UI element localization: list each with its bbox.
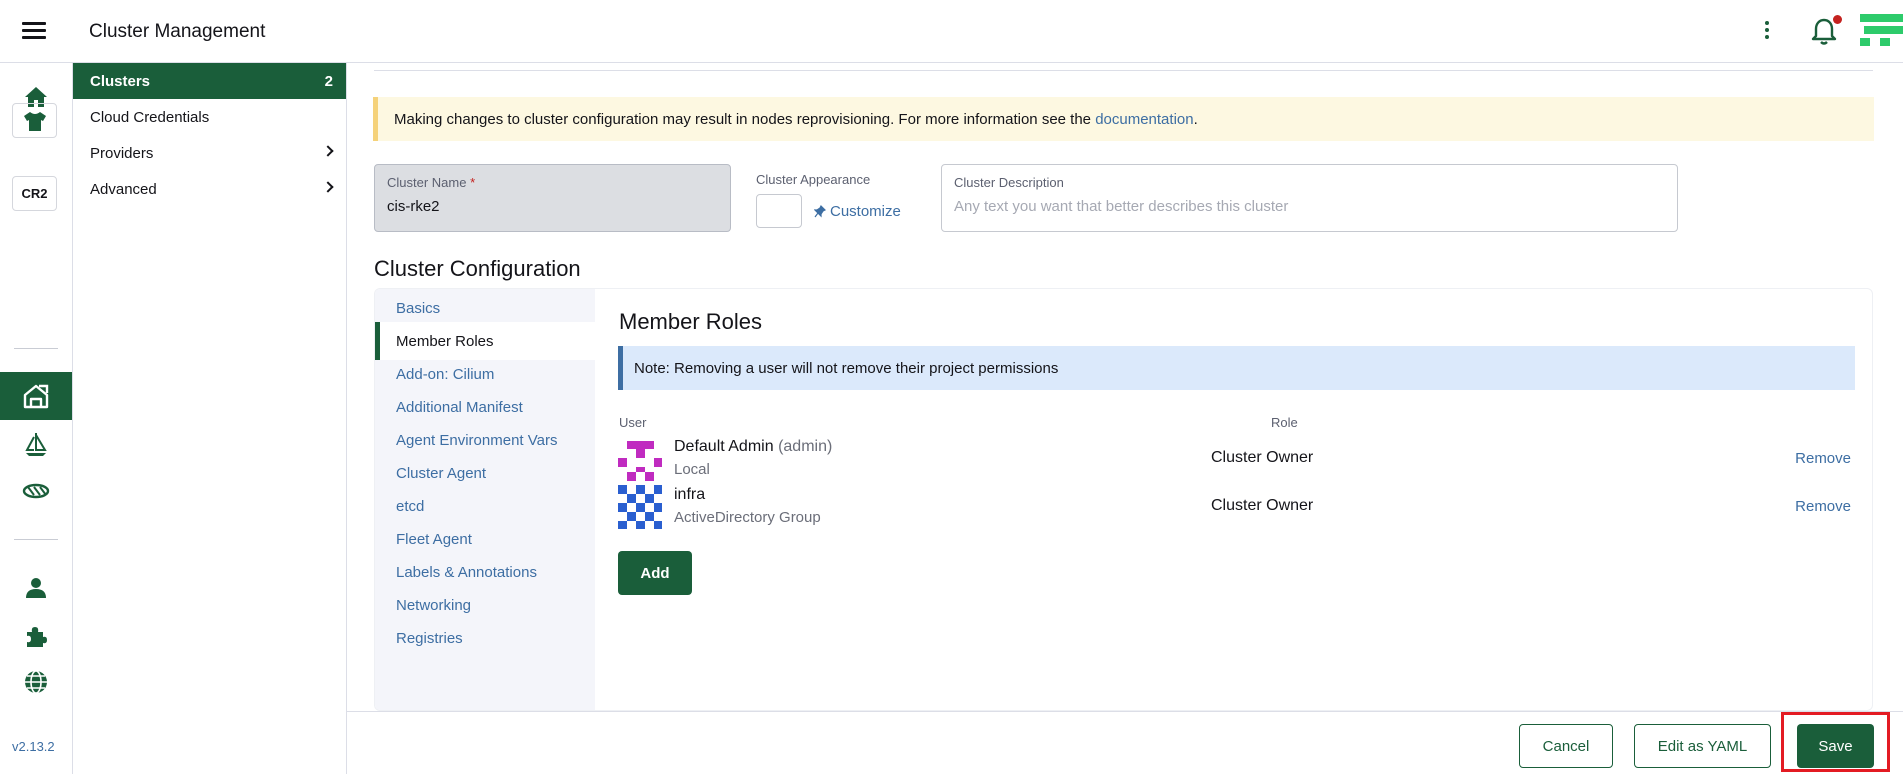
app-root: Cluster Management CR2 v2.13.2 Clusters … xyxy=(0,0,1903,774)
member-name: infra xyxy=(674,486,706,503)
cluster-name-field[interactable]: Cluster Name * cis-rke2 xyxy=(374,164,731,232)
member-provider: Local xyxy=(674,461,710,478)
cancel-button[interactable]: Cancel xyxy=(1519,724,1613,768)
nav-item-label: Providers xyxy=(90,144,154,162)
rail-divider xyxy=(14,539,58,540)
page-title: Cluster Management xyxy=(89,21,266,42)
config-tabs: Basics Member Roles Add-on: Cilium Addit… xyxy=(375,289,595,710)
nav-item-label: Advanced xyxy=(90,180,157,198)
save-button[interactable]: Save xyxy=(1797,724,1874,768)
users-icon[interactable] xyxy=(0,568,72,608)
divider xyxy=(374,70,1873,71)
member-roles-note: Note: Removing a user will not remove th… xyxy=(618,346,1855,390)
nav-item-cloud-credentials[interactable]: Cloud Credentials xyxy=(73,99,346,135)
form-footer: Cancel Edit as YAML Save xyxy=(347,711,1903,774)
brand-logo-icon xyxy=(1860,14,1903,46)
cluster-configuration-title: Cluster Configuration xyxy=(374,256,581,281)
global-settings-globe-icon[interactable] xyxy=(0,662,72,702)
extensions-puzzle-icon[interactable] xyxy=(0,616,72,656)
avatar xyxy=(618,437,662,481)
cluster-badge-cr2[interactable]: CR2 xyxy=(12,176,57,211)
left-rail: CR2 v2.13.2 xyxy=(0,63,73,774)
banner-text: Making changes to cluster configuration … xyxy=(394,110,1198,128)
nav-item-clusters[interactable]: Clusters 2 xyxy=(73,63,346,99)
reprovision-warning-banner: Making changes to cluster configuration … xyxy=(373,97,1874,141)
nav-item-label: Cloud Credentials xyxy=(90,108,210,126)
cluster-management-icon[interactable] xyxy=(0,372,72,420)
column-header-role: Role xyxy=(1271,415,1298,430)
nav-item-advanced[interactable]: Advanced xyxy=(73,171,346,207)
remove-member-button[interactable]: Remove xyxy=(1795,498,1851,515)
cluster-appearance-label: Cluster Appearance xyxy=(756,172,871,187)
member-row: infra ActiveDirectory Group Cluster Owne… xyxy=(618,485,1855,533)
member-role: Cluster Owner xyxy=(1211,497,1314,514)
cluster-appearance-swatch[interactable] xyxy=(756,194,802,228)
product-sidenav: Clusters 2 Cloud Credentials Providers A… xyxy=(73,63,347,774)
cluster-description-field[interactable]: Cluster Description Any text you want th… xyxy=(941,164,1678,232)
rail-divider xyxy=(14,348,58,349)
cluster-shirt-icon[interactable] xyxy=(12,103,57,138)
cluster-configuration-panel: Basics Member Roles Add-on: Cilium Addit… xyxy=(374,288,1873,711)
avatar xyxy=(618,485,662,529)
add-member-button[interactable]: Add xyxy=(618,551,692,595)
virtualization-icon[interactable] xyxy=(0,471,72,511)
nav-item-label: Clusters xyxy=(90,72,151,90)
notification-dot xyxy=(1833,15,1842,24)
customize-appearance-link[interactable]: Customize xyxy=(814,203,901,220)
customize-label: Customize xyxy=(830,203,901,220)
cluster-name-value: cis-rke2 xyxy=(387,198,440,215)
cluster-name-label: Cluster Name * xyxy=(387,175,476,190)
member-roles-title: Member Roles xyxy=(619,309,763,334)
main-content: Making changes to cluster configuration … xyxy=(347,63,1903,711)
clusters-count-badge: 2 xyxy=(324,72,333,90)
top-header: Cluster Management xyxy=(0,0,1903,63)
edit-as-yaml-button[interactable]: Edit as YAML xyxy=(1634,724,1771,768)
member-row: Default Admin (admin) Local Cluster Owne… xyxy=(618,437,1855,485)
nav-item-providers[interactable]: Providers xyxy=(73,135,346,171)
remove-member-button[interactable]: Remove xyxy=(1795,450,1851,467)
more-options-icon[interactable] xyxy=(1764,21,1770,41)
tab-registries[interactable]: Registries xyxy=(375,619,595,657)
version-label[interactable]: v2.13.2 xyxy=(12,739,55,754)
documentation-link[interactable]: documentation xyxy=(1095,111,1193,128)
member-provider: ActiveDirectory Group xyxy=(674,509,821,526)
cluster-description-label: Cluster Description xyxy=(954,175,1064,190)
member-role: Cluster Owner xyxy=(1211,449,1314,466)
member-name: Default Admin (admin) xyxy=(674,438,833,455)
pin-icon xyxy=(814,205,826,218)
hamburger-menu-icon[interactable] xyxy=(22,22,46,40)
chevron-right-icon xyxy=(322,145,334,157)
fleet-sailboat-icon[interactable] xyxy=(0,424,72,464)
cluster-description-placeholder: Any text you want that better describes … xyxy=(954,198,1289,215)
column-header-user: User xyxy=(619,415,647,430)
chevron-right-icon xyxy=(322,181,334,193)
